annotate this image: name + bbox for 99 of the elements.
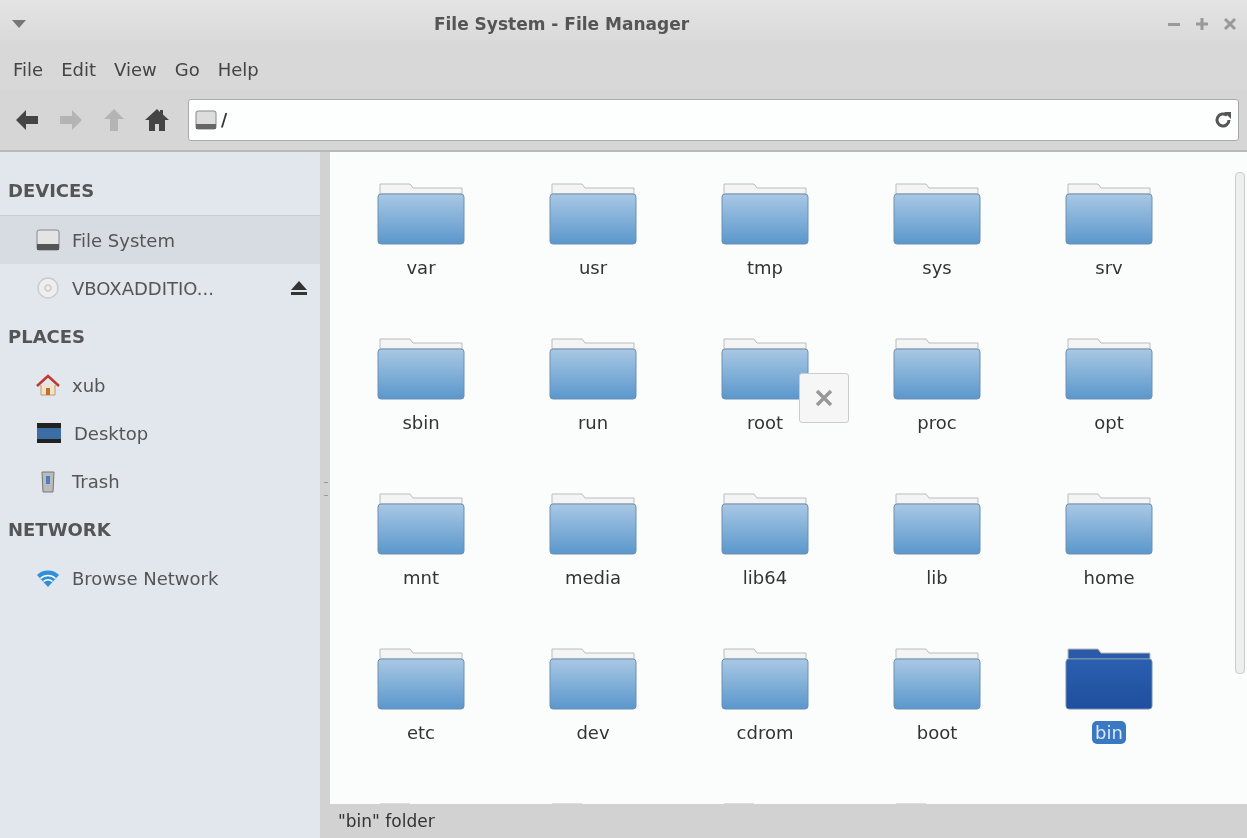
- section-heading: PLACES: [7, 325, 87, 349]
- folder-name: var: [405, 256, 437, 279]
- reload-icon[interactable]: [1214, 111, 1232, 129]
- menu-item[interactable]: Edit: [52, 58, 105, 80]
- home-icon[interactable]: [144, 108, 170, 132]
- sidebar-item[interactable]: xub: [0, 361, 320, 409]
- folder-name: cdrom: [735, 721, 795, 744]
- folder-icon: [720, 490, 810, 556]
- folder-icon: [1064, 490, 1154, 556]
- location-field[interactable]: /: [188, 99, 1239, 141]
- disc-icon: [36, 276, 60, 300]
- folder-item[interactable]: dev: [507, 645, 679, 780]
- close-button[interactable]: [799, 373, 849, 423]
- folder-icon: [548, 335, 638, 401]
- menu-item[interactable]: Help: [208, 58, 268, 80]
- folder-item[interactable]: tmp: [679, 180, 851, 315]
- folder-icon: [892, 180, 982, 246]
- folder-item[interactable]: lib: [851, 490, 1023, 625]
- folder-name: boot: [915, 721, 959, 744]
- folder-name: proc: [916, 411, 958, 434]
- folder-name: home: [1082, 566, 1136, 589]
- folder-item[interactable]: cdrom: [679, 645, 851, 780]
- sidebar-item[interactable]: Desktop: [0, 409, 320, 457]
- folder-name: opt: [1093, 411, 1125, 434]
- folder-icon: [376, 490, 466, 556]
- window-title: File System - File Manager: [432, 14, 691, 34]
- wifi-icon: [36, 568, 60, 588]
- folder-name: lib: [925, 566, 949, 589]
- sidebar-item[interactable]: Browse Network: [0, 554, 320, 602]
- folder-item[interactable]: media: [507, 490, 679, 625]
- sidebar-label: File System: [72, 229, 175, 251]
- folder-name: tmp: [746, 256, 784, 279]
- house-icon: [36, 374, 60, 396]
- folder-icon: [548, 180, 638, 246]
- folder-name: dev: [575, 721, 611, 744]
- sidebar-item[interactable]: File System: [0, 215, 320, 264]
- folder-icon: [720, 335, 810, 401]
- selected-folder-icon: [1064, 645, 1154, 711]
- folder-item[interactable]: run: [507, 335, 679, 470]
- drive-icon: [36, 229, 60, 251]
- eject-icon[interactable]: [290, 280, 308, 296]
- folder-icon: [720, 180, 810, 246]
- folder-icon: [892, 645, 982, 711]
- folder-name: media: [563, 566, 623, 589]
- folder-name: usr: [577, 256, 609, 279]
- close-icon[interactable]: [1223, 17, 1237, 31]
- folder-name: bin: [1092, 721, 1126, 744]
- folder-name: sbin: [401, 411, 441, 434]
- folder-item[interactable]: var: [335, 180, 507, 315]
- desktop-icon: [36, 422, 62, 444]
- folder-item[interactable]: opt: [1023, 335, 1195, 470]
- sidebar-label: xub: [72, 374, 106, 396]
- folder-name: sys: [921, 256, 953, 279]
- folder-icon: [376, 645, 466, 711]
- folder-name: etc: [406, 721, 436, 744]
- section-heading: DEVICES: [7, 179, 96, 203]
- folder-item[interactable]: srv: [1023, 180, 1195, 315]
- menu-item[interactable]: Go: [165, 58, 209, 80]
- menu-item[interactable]: View: [105, 58, 166, 80]
- close-icon: [815, 389, 833, 407]
- scrollbar[interactable]: [1235, 172, 1245, 674]
- folder-name: root: [745, 411, 785, 434]
- folder-item[interactable]: sbin: [335, 335, 507, 470]
- folder-name: run: [576, 411, 610, 434]
- folder-item[interactable]: etc: [335, 645, 507, 780]
- section-heading: NETWORK: [7, 518, 112, 542]
- folder-icon: [376, 180, 466, 246]
- folder-item[interactable]: sys: [851, 180, 1023, 315]
- maximize-icon[interactable]: [1195, 17, 1209, 31]
- window-menu-icon[interactable]: [12, 20, 26, 28]
- status-text: "bin" folder: [338, 811, 435, 831]
- back-arrow-icon[interactable]: [14, 108, 40, 132]
- folder-item[interactable]: lib64: [679, 490, 851, 625]
- sidebar-item[interactable]: VBOXADDITIO...: [0, 264, 320, 312]
- folder-item[interactable]: mnt: [335, 490, 507, 625]
- folder-icon: [892, 490, 982, 556]
- folder-name: lib64: [741, 566, 789, 589]
- sidebar-label: Browse Network: [72, 567, 219, 589]
- folder-item[interactable]: boot: [851, 645, 1023, 780]
- folder-icon: [1064, 180, 1154, 246]
- sidebar-label: Trash: [72, 470, 120, 492]
- sidebar-label: VBOXADDITIO...: [72, 277, 214, 299]
- folder-icon: [1064, 335, 1154, 401]
- folder-item[interactable]: proc: [851, 335, 1023, 470]
- folder-icon: [548, 490, 638, 556]
- folder-icon: [548, 645, 638, 711]
- folder-item[interactable]: home: [1023, 490, 1195, 625]
- sidebar-item[interactable]: Trash: [0, 457, 320, 505]
- folder-item[interactable]: usr: [507, 180, 679, 315]
- folder-icon: [720, 645, 810, 711]
- folder-icon: [892, 335, 982, 401]
- folder-item[interactable]: root: [679, 335, 851, 470]
- menu-item[interactable]: File: [4, 58, 53, 80]
- drive-icon: [195, 110, 217, 130]
- folder-name: mnt: [402, 566, 440, 589]
- sidebar-label: Desktop: [74, 422, 149, 444]
- folder-item[interactable]: bin: [1023, 645, 1195, 780]
- folder-name: srv: [1094, 256, 1124, 279]
- folder-icon: [376, 335, 466, 401]
